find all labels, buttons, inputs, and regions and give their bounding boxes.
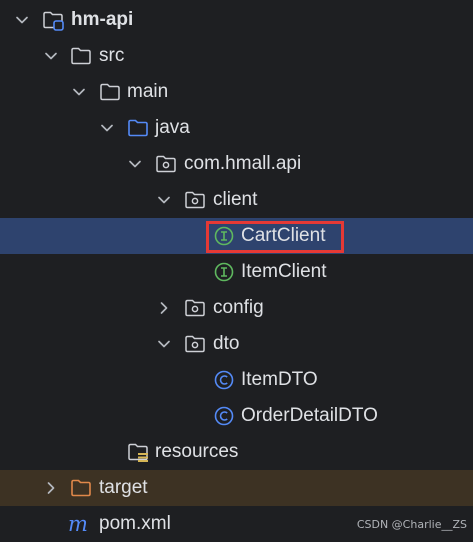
interface-icon — [214, 226, 234, 246]
tree-item-label: client — [213, 189, 258, 210]
chevron-down-icon[interactable] — [15, 13, 29, 27]
tree-item-label: OrderDetailDTO — [241, 405, 378, 426]
package-icon — [185, 191, 205, 209]
tree-item-cartclient[interactable]: CartClient — [0, 218, 473, 254]
tree-item-itemdto[interactable]: ItemDTO — [0, 362, 473, 398]
watermark: CSDN @Charlie__ZS — [356, 518, 467, 531]
resources-folder-icon — [128, 443, 148, 462]
tree-item-label: com.hmall.api — [184, 153, 302, 174]
package-icon — [185, 335, 205, 353]
tree-item-itemclient[interactable]: ItemClient — [0, 254, 473, 290]
package-icon — [156, 155, 176, 173]
excluded-folder-icon — [71, 479, 91, 497]
tree-item-dto[interactable]: dto — [0, 326, 473, 362]
class-icon — [214, 370, 234, 390]
class-icon — [214, 406, 234, 426]
folder-icon — [100, 83, 120, 101]
tree-item-label: pom.xml — [99, 513, 171, 534]
chevron-down-icon[interactable] — [157, 337, 171, 351]
tree-item-client[interactable]: client — [0, 182, 473, 218]
package-icon — [185, 299, 205, 317]
folder-icon — [71, 47, 91, 65]
svg-text:m: m — [68, 513, 88, 535]
tree-item-java[interactable]: java — [0, 110, 473, 146]
tree-item-label: CartClient — [241, 225, 326, 246]
tree-item-target[interactable]: target — [0, 470, 473, 506]
tree-item-label: dto — [213, 333, 240, 354]
tree-item-hm-api[interactable]: hm-api — [0, 2, 473, 38]
tree-item-label: ItemDTO — [241, 369, 318, 390]
source-root-folder-icon — [128, 119, 148, 137]
tree-item-label: resources — [155, 441, 239, 462]
tree-item-config[interactable]: config — [0, 290, 473, 326]
chevron-down-icon[interactable] — [128, 157, 142, 171]
chevron-down-icon[interactable] — [44, 49, 58, 63]
tree-item-label: ItemClient — [241, 261, 327, 282]
tree-item-label: src — [99, 45, 125, 66]
tree-item-main[interactable]: main — [0, 74, 473, 110]
module-folder-icon — [43, 11, 64, 31]
tree-item-label: hm-api — [71, 9, 134, 30]
interface-icon — [214, 262, 234, 282]
chevron-right-icon[interactable] — [157, 301, 171, 315]
chevron-down-icon[interactable] — [157, 193, 171, 207]
tree-item-com-hmall-api[interactable]: com.hmall.api — [0, 146, 473, 182]
tree-item-label: main — [127, 81, 169, 102]
tree-item-label: target — [99, 477, 148, 498]
tree-item-resources[interactable]: resources — [0, 434, 473, 470]
tree-item-orderdetaildto[interactable]: OrderDetailDTO — [0, 398, 473, 434]
tree-item-src[interactable]: src — [0, 38, 473, 74]
chevron-down-icon[interactable] — [72, 85, 86, 99]
tree-item-label: java — [155, 117, 190, 138]
chevron-down-icon[interactable] — [100, 121, 114, 135]
maven-icon: m — [68, 513, 88, 535]
tree-item-label: config — [213, 297, 264, 318]
chevron-right-icon[interactable] — [44, 481, 58, 495]
